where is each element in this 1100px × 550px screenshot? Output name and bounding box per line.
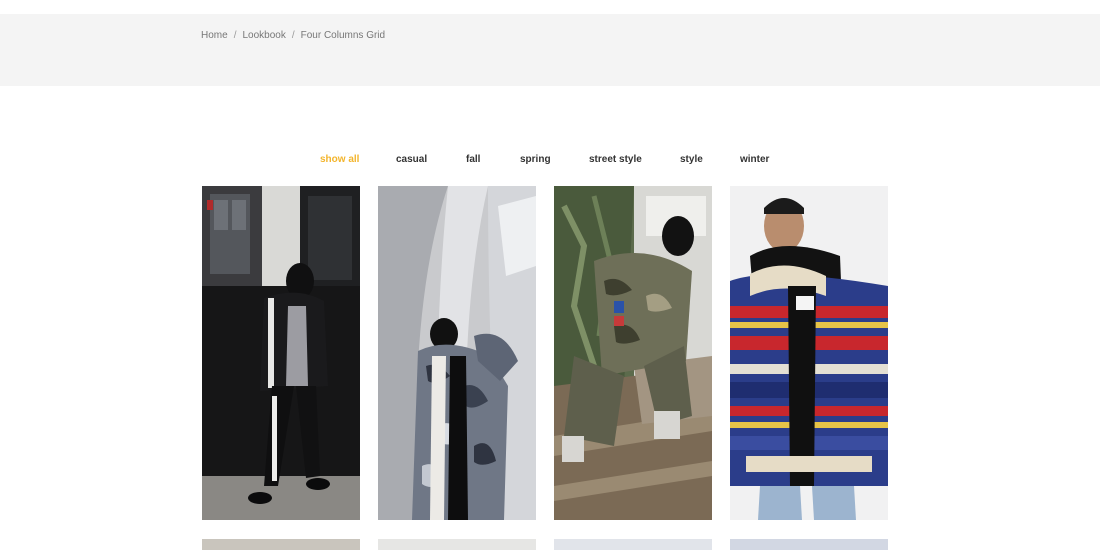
breadcrumb-home-link[interactable]: Home — [201, 30, 228, 41]
filter-bar: show all casual fall spring street style… — [0, 154, 1100, 168]
breadcrumb: Home / Lookbook / Four Columns Grid — [201, 30, 385, 41]
breadcrumb-band — [0, 14, 1100, 86]
lookbook-image — [378, 186, 536, 520]
breadcrumb-current: Four Columns Grid — [300, 30, 386, 41]
lookbook-item[interactable] — [554, 539, 712, 550]
filter-show-all[interactable]: show all — [320, 154, 359, 165]
filter-casual[interactable]: casual — [396, 154, 427, 165]
filter-spring[interactable]: spring — [520, 154, 551, 165]
breadcrumb-separator: / — [233, 30, 237, 41]
filter-style[interactable]: style — [680, 154, 703, 165]
lookbook-image — [202, 186, 360, 520]
lookbook-item[interactable] — [378, 539, 536, 550]
lookbook-item[interactable] — [730, 539, 888, 550]
lookbook-item[interactable] — [202, 539, 360, 550]
filter-winter[interactable]: winter — [740, 154, 769, 165]
lookbook-item[interactable] — [202, 186, 360, 520]
breadcrumb-separator: / — [291, 30, 295, 41]
lookbook-image — [554, 186, 712, 520]
filter-street-style[interactable]: street style — [589, 154, 642, 165]
top-strip — [0, 0, 1100, 14]
lookbook-image — [730, 186, 888, 520]
lookbook-item[interactable] — [554, 186, 712, 520]
breadcrumb-lookbook-link[interactable]: Lookbook — [242, 30, 285, 41]
filter-fall[interactable]: fall — [466, 154, 480, 165]
lookbook-item[interactable] — [378, 186, 536, 520]
lookbook-item[interactable] — [730, 186, 888, 520]
